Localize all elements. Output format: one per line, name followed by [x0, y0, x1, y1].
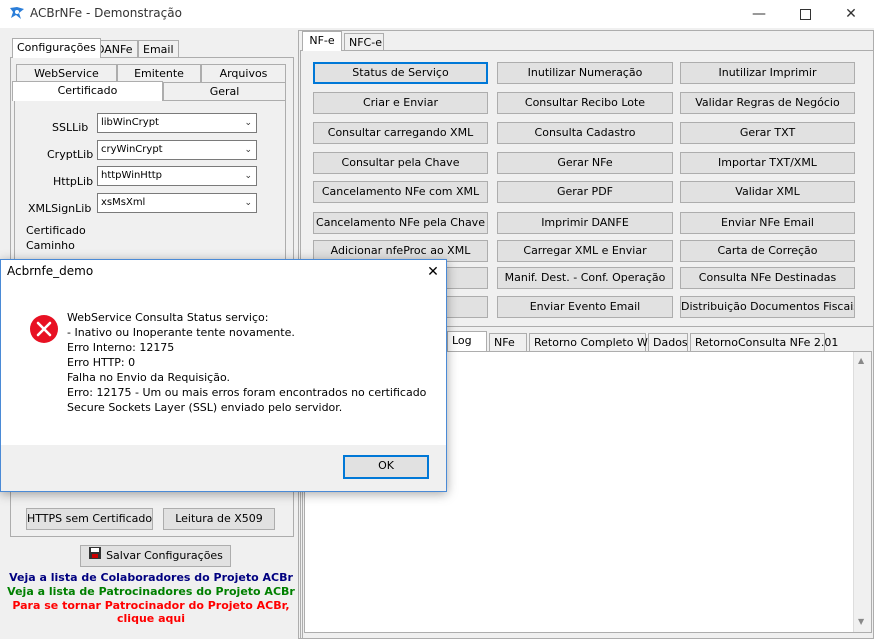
nfe-action-button[interactable]: Consultar pela Chave [313, 152, 488, 174]
nfe-action-button[interactable]: Gerar NFe [497, 152, 673, 174]
nfe-action-button[interactable]: Cancelamento NFe pela Chave [313, 212, 488, 234]
subtab-webservice[interactable]: WebService [16, 64, 117, 82]
nfe-action-button[interactable]: Enviar NFe Email [680, 212, 855, 234]
result-tab-retorno-completo[interactable]: Retorno Completo WS [529, 333, 655, 351]
scroll-down-icon: ▼ [858, 617, 865, 626]
nfe-action-button[interactable]: Imprimir DANFE [497, 212, 673, 234]
cryptlib-label: CryptLib [47, 148, 94, 161]
dialog-footer: OK [1, 445, 446, 491]
nfe-action-button[interactable]: Importar TXT/XML [680, 152, 855, 174]
result-tab-dados[interactable]: Dados [648, 333, 688, 351]
patrocinadores-link[interactable]: Veja a lista de Patrocinadores do Projet… [0, 585, 302, 598]
nfe-action-button[interactable]: Distribuição Documentos Fiscais [680, 296, 855, 318]
nfe-action-button[interactable]: Status de Serviço [313, 62, 488, 84]
subtab-geral[interactable]: Geral [163, 82, 286, 100]
dialog-message-line: Erro Interno: 12175 [67, 341, 175, 354]
nfe-action-button[interactable]: Inutilizar Numeração [497, 62, 673, 84]
nfe-action-button[interactable]: Criar e Enviar [313, 92, 488, 114]
httplib-value: httpWinHttp [101, 170, 163, 181]
salvar-configuracoes-button[interactable]: Salvar Configurações [80, 545, 231, 567]
clique-aqui-link[interactable]: clique aqui [0, 612, 302, 625]
subtab-certificado[interactable]: Certificado [12, 81, 163, 101]
log-scrollbar[interactable]: ▲ ▼ [853, 352, 871, 632]
xmlsignlib-label: XMLSignLib [28, 202, 92, 215]
dialog-message-line: WebService Consulta Status serviço: [67, 311, 269, 324]
close-icon: ✕ [845, 6, 857, 22]
nfe-action-button[interactable]: Cancelamento NFe com XML [313, 181, 488, 203]
chevron-down-icon: ⌄ [244, 145, 252, 155]
nfe-action-button[interactable]: Inutilizar Imprimir [680, 62, 855, 84]
xmlsignlib-select[interactable]: xsMsXml ⌄ [97, 193, 257, 213]
minimize-icon: — [752, 6, 766, 22]
tab-configuracoes[interactable]: Configurações [12, 38, 101, 58]
caminho-label: Caminho [26, 239, 75, 252]
dialog-message-line: Secure Sockets Layer (SSL) enviado pelo … [67, 401, 343, 414]
scroll-up-icon: ▲ [858, 356, 865, 365]
nfe-action-button[interactable]: Gerar TXT [680, 122, 855, 144]
tornar-patrocinador-link[interactable]: Para se tornar Patrocinador do Projeto A… [0, 599, 302, 612]
dialog-close-button[interactable]: ✕ [423, 262, 443, 282]
title-bar: ACBrNFe - Demonstração — ✕ [0, 0, 874, 28]
save-icon [88, 546, 102, 566]
xmlsignlib-value: xsMsXml [101, 197, 146, 208]
nfe-action-button[interactable]: Carregar XML e Enviar [497, 240, 673, 262]
dialog-message-line: - Inativo ou Inoperante tente novamente. [67, 326, 295, 339]
maximize-button[interactable] [782, 0, 828, 28]
tab-nfe[interactable]: NF-e [302, 31, 342, 51]
cryptlib-value: cryWinCrypt [101, 144, 163, 155]
nfe-action-button[interactable]: Validar Regras de Negócio [680, 92, 855, 114]
nfe-action-button[interactable]: Enviar Evento Email [497, 296, 673, 318]
error-icon [29, 314, 59, 344]
nfe-action-button[interactable]: Manif. Dest. - Conf. Operação [497, 267, 673, 289]
chevron-down-icon: ⌄ [244, 171, 252, 181]
result-tab-retorno-consulta[interactable]: RetornoConsulta NFe 2.01 [690, 333, 838, 351]
httplib-select[interactable]: httpWinHttp ⌄ [97, 166, 257, 186]
nfe-action-button[interactable]: Validar XML [680, 181, 855, 203]
subtab-emitente[interactable]: Emitente [117, 64, 201, 82]
result-tab-nfe[interactable]: NFe [489, 333, 527, 351]
cryptlib-select[interactable]: cryWinCrypt ⌄ [97, 140, 257, 160]
colaboradores-link[interactable]: Veja a lista de Colaboradores do Projeto… [0, 571, 302, 584]
close-window-button[interactable]: ✕ [828, 0, 874, 28]
https-sem-certificado-button[interactable]: HTTPS sem Certificado [26, 508, 153, 530]
error-dialog: Acbrnfe_demo ✕ WebService Consulta Statu… [0, 259, 447, 492]
nfe-action-button[interactable]: Consulta Cadastro [497, 122, 673, 144]
maximize-icon [799, 8, 811, 20]
dialog-title: Acbrnfe_demo [7, 264, 94, 278]
chevron-down-icon: ⌄ [244, 198, 252, 208]
window-title: ACBrNFe - Demonstração [30, 6, 182, 20]
salvar-configuracoes-label: Salvar Configurações [106, 549, 223, 562]
ok-button[interactable]: OK [343, 455, 429, 479]
ssllib-value: libWinCrypt [101, 117, 159, 128]
nfe-action-button[interactable]: Consulta NFe Destinadas [680, 267, 855, 289]
httplib-label: HttpLib [53, 175, 94, 188]
chevron-down-icon: ⌄ [244, 118, 252, 128]
ssllib-select[interactable]: libWinCrypt ⌄ [97, 113, 257, 133]
subtab-arquivos[interactable]: Arquivos [201, 64, 286, 82]
ssllib-label: SSLLib [52, 121, 89, 134]
nfe-action-button[interactable]: Carta de Correção [680, 240, 855, 262]
acbr-logo-icon [9, 6, 25, 20]
dialog-message-line: Erro HTTP: 0 [67, 356, 136, 369]
nfe-action-button[interactable]: Consultar carregando XML [313, 122, 488, 144]
close-icon: ✕ [427, 264, 439, 280]
nfe-action-button[interactable]: Gerar PDF [497, 181, 673, 203]
result-tab-log[interactable]: Log [447, 331, 487, 351]
dialog-message-line: Falha no Envio da Requisição. [67, 371, 230, 384]
tab-nfce[interactable]: NFC-e [344, 33, 384, 51]
tab-email[interactable]: Email [138, 40, 179, 58]
dialog-message-line: Erro: 12175 - Um ou mais erros foram enc… [67, 386, 427, 399]
certificado-group-label: Certificado [26, 224, 86, 237]
minimize-button[interactable]: — [736, 0, 782, 28]
nfe-action-button[interactable]: Consultar Recibo Lote [497, 92, 673, 114]
leitura-x509-button[interactable]: Leitura de X509 [163, 508, 275, 530]
